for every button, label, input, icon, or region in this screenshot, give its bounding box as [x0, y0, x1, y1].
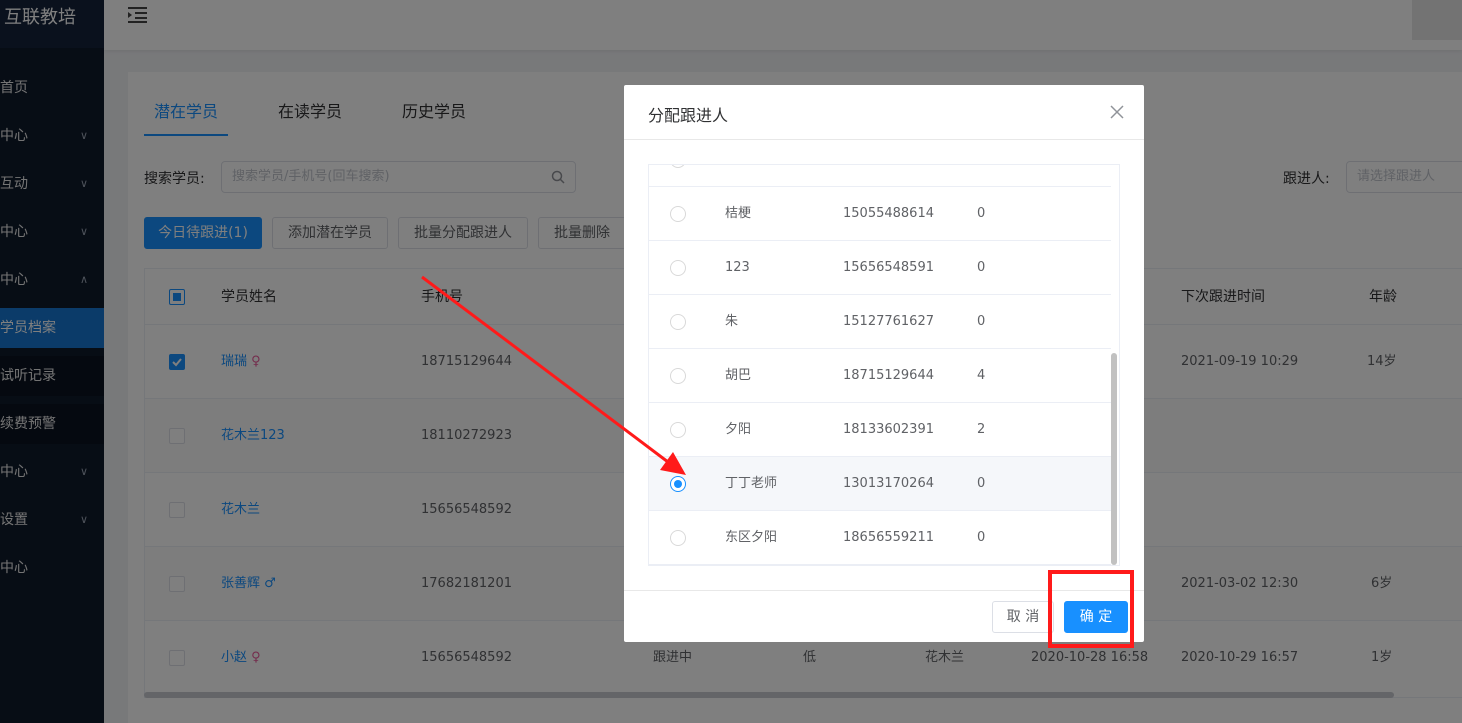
follower-phone: 15055488614 — [843, 206, 934, 221]
follower-phone: 18656559211 — [843, 530, 934, 545]
list-item[interactable]: 桔梗 15055488614 0 — [649, 187, 1111, 241]
follower-phone: 15127761627 — [843, 314, 934, 329]
follower-phone: 18133602391 — [843, 422, 934, 437]
follower-list: 桔梗 15055488614 0 123 15656548591 0 朱 151… — [648, 164, 1120, 566]
follower-name: 桔梗 — [725, 206, 752, 221]
list-item-partial[interactable] — [649, 165, 1111, 187]
follower-count: 0 — [977, 476, 986, 491]
follower-phone: 15656548591 — [843, 260, 934, 275]
close-icon[interactable] — [1110, 105, 1124, 119]
vertical-scrollbar[interactable] — [1111, 353, 1117, 565]
follower-phone: 18715129644 — [843, 368, 934, 383]
radio-button-selected[interactable] — [670, 476, 686, 492]
radio-button[interactable] — [670, 530, 686, 546]
radio-button[interactable] — [670, 165, 686, 168]
list-item[interactable]: 胡巴 18715129644 4 — [649, 349, 1111, 403]
follower-name: 夕阳 — [725, 422, 752, 437]
radio-button[interactable] — [670, 206, 686, 222]
follower-name: 胡巴 — [725, 368, 752, 383]
dialog-title: 分配跟进人 — [648, 106, 729, 125]
follower-count: 2 — [977, 422, 986, 437]
follower-name: 123 — [725, 260, 750, 275]
radio-button[interactable] — [670, 260, 686, 276]
follower-count: 0 — [977, 314, 986, 329]
list-item[interactable]: 123 15656548591 0 — [649, 241, 1111, 295]
radio-button[interactable] — [670, 422, 686, 438]
cancel-button[interactable]: 取 消 — [992, 601, 1054, 633]
annotation-highlight-box — [1048, 570, 1134, 648]
list-item[interactable]: 东区夕阳 18656559211 0 — [649, 511, 1111, 565]
follower-name: 朱 — [725, 314, 739, 329]
list-item[interactable]: 朱 15127761627 0 — [649, 295, 1111, 349]
assign-follower-dialog: 分配跟进人 桔梗 15055488614 0 123 15656548591 0… — [624, 85, 1144, 642]
follower-count: 0 — [977, 206, 986, 221]
follower-phone: 13013170264 — [843, 476, 934, 491]
follower-name: 丁丁老师 — [725, 476, 778, 491]
follower-count: 0 — [977, 530, 986, 545]
radio-button[interactable] — [670, 368, 686, 384]
follower-count: 4 — [977, 368, 986, 383]
divider — [624, 139, 1144, 140]
follower-name: 东区夕阳 — [725, 530, 778, 545]
radio-button[interactable] — [670, 314, 686, 330]
follower-count: 0 — [977, 260, 986, 275]
list-item-selected[interactable]: 丁丁老师 13013170264 0 — [649, 457, 1111, 511]
list-item[interactable]: 夕阳 18133602391 2 — [649, 403, 1111, 457]
